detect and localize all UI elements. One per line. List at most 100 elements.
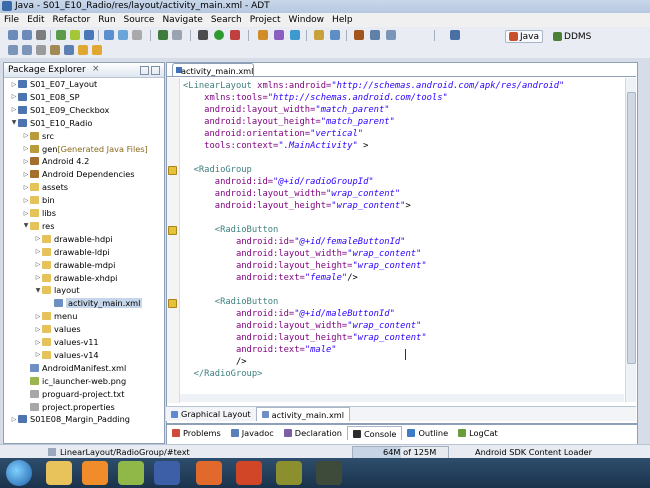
expand-arrow-icon[interactable]: ▷ xyxy=(22,184,30,191)
next-annotation-icon[interactable] xyxy=(8,45,18,55)
tree-item[interactable]: ▷ drawable-xhdpi xyxy=(34,272,118,284)
close-icon[interactable]: × xyxy=(92,64,100,74)
toggle-block-icon[interactable] xyxy=(64,45,74,55)
perspective-java-button[interactable]: Java xyxy=(505,30,544,43)
tree-item[interactable]: ▷ bin xyxy=(22,194,55,206)
tree-item[interactable]: ▼ layout xyxy=(34,284,80,296)
console-tab[interactable]: Declaration xyxy=(279,427,347,440)
checkbox-icon[interactable] xyxy=(158,30,168,40)
back-icon[interactable] xyxy=(78,45,88,55)
expand-arrow-icon[interactable]: ▷ xyxy=(10,81,18,88)
menu-project[interactable]: Project xyxy=(246,15,285,25)
expand-arrow-icon[interactable]: ▷ xyxy=(34,274,42,281)
tree-item[interactable]: ▷ values-v11 xyxy=(34,336,99,348)
search-icon[interactable] xyxy=(330,30,340,40)
vertical-scrollbar[interactable] xyxy=(625,78,636,402)
tree-item[interactable]: ▷ menu xyxy=(34,310,78,322)
monitor-icon[interactable] xyxy=(172,30,182,40)
console-tab[interactable]: Outline xyxy=(402,427,453,440)
menu-refactor[interactable]: Refactor xyxy=(49,15,95,25)
menu-search[interactable]: Search xyxy=(207,15,246,25)
console-tab[interactable]: Console xyxy=(346,426,403,440)
tree-item[interactable]: project.properties xyxy=(22,401,115,413)
external-tools-icon[interactable] xyxy=(230,30,240,40)
start-button[interactable] xyxy=(6,460,32,486)
expand-arrow-icon[interactable]: ▷ xyxy=(22,145,30,152)
code-area[interactable]: <LinearLayout xmlns:android="http://sche… xyxy=(183,80,623,392)
tree-item[interactable]: ▷ drawable-ldpi xyxy=(34,246,110,258)
expand-arrow-icon[interactable]: ▷ xyxy=(34,261,42,268)
explorer-icon[interactable] xyxy=(46,461,72,485)
tree-item[interactable]: proguard-project.txt xyxy=(22,388,124,400)
menu-window[interactable]: Window xyxy=(285,15,329,25)
android-icon[interactable] xyxy=(118,461,144,485)
expand-arrow-icon[interactable]: ▷ xyxy=(34,235,42,242)
new-xml-icon[interactable] xyxy=(118,30,128,40)
avd-manager-icon[interactable] xyxy=(70,30,80,40)
menu-edit[interactable]: Edit xyxy=(23,15,48,25)
collapse-arrow-icon[interactable]: ▼ xyxy=(34,287,42,294)
expand-arrow-icon[interactable]: ▷ xyxy=(22,158,30,165)
expand-arrow-icon[interactable]: ▷ xyxy=(22,197,30,204)
new-class-icon[interactable] xyxy=(258,30,268,40)
scroll-thumb[interactable] xyxy=(627,92,636,364)
expand-arrow-icon[interactable]: ▷ xyxy=(22,171,30,178)
editor-mode-tab[interactable]: Graphical Layout xyxy=(166,408,256,421)
menu-source[interactable]: Source xyxy=(120,15,159,25)
expand-arrow-icon[interactable]: ▷ xyxy=(10,93,18,100)
forward-icon[interactable] xyxy=(92,45,102,55)
collapse-arrow-icon[interactable]: ▼ xyxy=(10,119,18,126)
open-type-icon[interactable] xyxy=(132,30,142,40)
eclipse-icon[interactable] xyxy=(276,461,302,485)
new-package-icon[interactable] xyxy=(274,30,284,40)
tree-item[interactable]: ▷ S01E08_Margin_Padding xyxy=(10,413,130,425)
editor-mode-tab[interactable]: activity_main.xml xyxy=(255,407,351,421)
annotation-icon[interactable] xyxy=(370,30,380,40)
pointer-icon[interactable] xyxy=(450,30,460,40)
firefox-icon[interactable] xyxy=(154,461,180,485)
menu-help[interactable]: Help xyxy=(328,15,357,25)
tree-item[interactable]: ▷ values-v14 xyxy=(34,349,99,361)
expand-arrow-icon[interactable]: ▷ xyxy=(34,313,42,320)
tree-item[interactable]: ▷ Android Dependencies xyxy=(22,168,135,180)
tree-item[interactable]: ▷ S01_E08_SP xyxy=(10,91,80,103)
firefox-icon[interactable] xyxy=(196,461,222,485)
tree-item[interactable]: ▷ gen [Generated Java Files] xyxy=(22,143,148,155)
expand-arrow-icon[interactable]: ▷ xyxy=(34,351,42,358)
save-icon[interactable] xyxy=(22,30,32,40)
menu-navigate[interactable]: Navigate xyxy=(158,15,206,25)
run-icon[interactable] xyxy=(214,30,224,40)
console-tab[interactable]: Javadoc xyxy=(226,427,279,440)
tree-item[interactable]: ▷ assets xyxy=(22,181,68,193)
tree-item[interactable]: ▷ S01_E07_Layout xyxy=(10,78,98,90)
expand-arrow-icon[interactable]: ▷ xyxy=(22,132,30,139)
tree-item[interactable]: ic_launcher-web.png xyxy=(22,375,126,387)
new-android-project-icon[interactable] xyxy=(104,30,114,40)
pin-icon[interactable] xyxy=(354,30,364,40)
expand-arrow-icon[interactable]: ▷ xyxy=(10,416,18,423)
console-tab[interactable]: Problems xyxy=(167,427,226,440)
tree-item[interactable]: AndroidManifest.xml xyxy=(22,362,126,374)
tree-item[interactable]: activity_main.xml xyxy=(46,297,143,309)
tree-item[interactable]: ▷ drawable-mdpi xyxy=(34,259,116,271)
horizontal-scrollbar[interactable] xyxy=(180,394,624,402)
new-interface-icon[interactable] xyxy=(290,30,300,40)
menu-file[interactable]: File xyxy=(0,15,23,25)
editor-tab[interactable]: activity_main.xml xyxy=(172,63,254,77)
android-sdk-icon[interactable] xyxy=(56,30,66,40)
collapse-arrow-icon[interactable]: ▼ xyxy=(22,222,30,229)
last-edit-icon[interactable] xyxy=(36,45,46,55)
print-icon[interactable] xyxy=(36,30,46,40)
expand-arrow-icon[interactable]: ▷ xyxy=(22,210,30,217)
open-type-hierarchy-icon[interactable] xyxy=(314,30,324,40)
console-tab[interactable]: LogCat xyxy=(453,427,503,440)
tree-item[interactable]: ▷ libs xyxy=(22,207,56,219)
tree-item[interactable]: ▷ S01_E09_Checkbox xyxy=(10,104,110,116)
expand-arrow-icon[interactable]: ▷ xyxy=(34,339,42,346)
tree-item[interactable]: ▼ res xyxy=(22,220,55,232)
tree-item[interactable]: ▷ Android 4.2 xyxy=(22,155,90,167)
lint-icon[interactable] xyxy=(84,30,94,40)
prev-annotation-icon[interactable] xyxy=(22,45,32,55)
maximize-icon[interactable] xyxy=(151,66,160,75)
tree-item[interactable]: ▷ src xyxy=(22,130,54,142)
